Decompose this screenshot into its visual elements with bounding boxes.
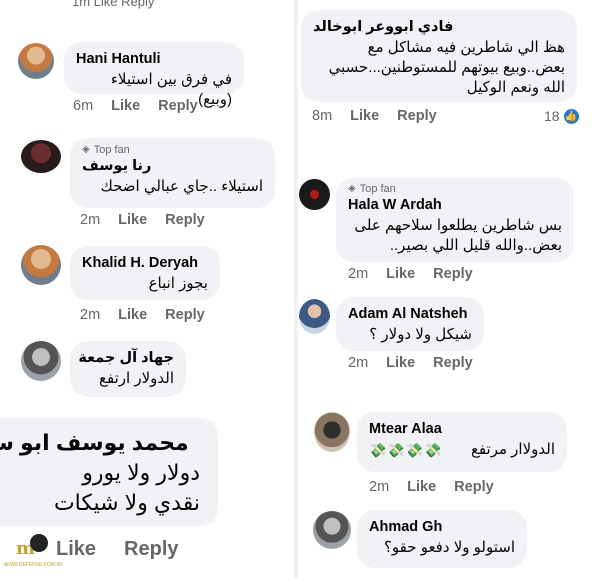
comment-actions-hani: 6m Like Reply xyxy=(73,98,198,114)
comment-time[interactable]: 2m xyxy=(348,355,368,371)
comment-actions-khalid: 2m Like Reply xyxy=(80,307,205,323)
forum-logo-icon: m xyxy=(14,534,52,560)
avatar[interactable] xyxy=(299,179,330,210)
comment-actions-rana: 2m Like Reply xyxy=(80,212,205,228)
comment-bubble-rana: ◈ Top fan رنا يوسف استيلاء ..جاي عبالي ا… xyxy=(70,138,275,208)
commenter-name[interactable]: Ahmad Gh xyxy=(369,518,515,536)
comment-text: شيكل ولا دولار ؟ xyxy=(369,326,472,343)
comment-actions-hala: 2m Like Reply xyxy=(348,266,473,282)
comment-time[interactable]: 2m xyxy=(80,212,100,228)
avatar[interactable] xyxy=(313,511,351,549)
comment-text: هظ الي شاطرين فيه مشاكل مع بعض..وبيع بيو… xyxy=(328,39,565,96)
like-button[interactable]: Like xyxy=(111,98,140,114)
comment-text: الدولار ارتفع xyxy=(99,370,174,387)
like-button[interactable]: Like xyxy=(118,212,147,228)
comment-bubble-hani: Hani Hantuli في فرق بين استيلاء (وبيع) xyxy=(64,42,244,108)
reply-button[interactable]: Reply xyxy=(165,307,205,323)
commenter-name[interactable]: رنا يوسف xyxy=(82,157,263,175)
commenter-name[interactable]: جهاد آل جمعة xyxy=(78,349,174,367)
comment-text-line: نقدي ولا شيكات xyxy=(53,490,200,515)
avatar[interactable] xyxy=(18,43,54,79)
reply-button[interactable]: Reply xyxy=(433,355,473,371)
comment-time[interactable]: 2m xyxy=(369,479,389,495)
comment-text: استولو ولا دفعو حقو؟ xyxy=(383,539,515,556)
comment-bubble-hala: ◈ Top fan Hala W Ardah بس شاطرين يطلعوا … xyxy=(336,178,574,262)
comment-text-line: دولار ولا يورو xyxy=(82,460,200,485)
like-button[interactable]: Like xyxy=(350,108,379,124)
commenter-name[interactable]: Hani Hantuli xyxy=(76,50,232,68)
comment-text: الدولاار مرتفع xyxy=(470,441,555,458)
comment-bubble-mtear: Mtear Alaa 💸💸💸💸 الدولاار مرتفع xyxy=(357,412,567,472)
like-button[interactable]: Like xyxy=(386,266,415,282)
commenter-name[interactable]: فادي ابووعر ابوخالد xyxy=(313,18,565,36)
avatar[interactable] xyxy=(21,341,61,381)
top-cut-actions: 1m Like Reply xyxy=(72,0,155,9)
reply-button[interactable]: Reply xyxy=(433,266,473,282)
comment-bubble-ahmad: Ahmad Gh استولو ولا دفعو حقو؟ xyxy=(357,510,527,568)
comment-bubble-adam: Adam Al Natsheh شيكل ولا دولار ؟ xyxy=(336,297,484,351)
comment-bubble-fadi: فادي ابووعر ابوخالد هظ الي شاطرين فيه مش… xyxy=(301,10,577,102)
comment-text: استيلاء ..جاي عبالي اضحك xyxy=(100,178,263,195)
top-fan-badge: ◈ Top fan xyxy=(348,183,396,195)
top-fan-badge: ◈ Top fan xyxy=(82,144,130,156)
comment-time[interactable]: 2m xyxy=(80,307,100,323)
comment-actions-adam: 2m Like Reply xyxy=(348,355,473,371)
comment-text-row: 💸💸💸💸 الدولاار مرتفع xyxy=(369,440,555,460)
avatar[interactable] xyxy=(299,299,330,334)
reply-button[interactable]: Reply xyxy=(454,479,494,495)
comment-bubble-mohammad: محمد يوسف ابو سنينة دولار ولا يورو نقدي … xyxy=(0,418,218,526)
commenter-name[interactable]: محمد يوسف ابو سنينة xyxy=(0,428,208,458)
comment-time[interactable]: 2m xyxy=(348,266,368,282)
forum-watermark: m ARAB DEFENSE FORUM xyxy=(3,534,63,578)
like-button[interactable]: Like xyxy=(118,307,147,323)
comment-text: بس شاطرين يطلعوا سلاحهم على بعض..والله ق… xyxy=(354,217,562,254)
thumbs-up-icon: 👍 xyxy=(563,108,579,124)
reaction-count[interactable]: 18 👍 xyxy=(544,108,579,124)
diamond-icon: ◈ xyxy=(348,183,356,194)
reply-button[interactable]: Reply xyxy=(158,98,198,114)
reply-button[interactable]: Reply xyxy=(165,212,205,228)
comment-actions-mohammad: Like Reply xyxy=(56,538,179,561)
avatar[interactable] xyxy=(21,245,61,285)
commenter-name[interactable]: Khalid H. Deryah xyxy=(82,254,208,272)
column-divider xyxy=(294,0,298,579)
comment-actions-fadi: 8m Like Reply xyxy=(312,108,437,124)
comment-text: بجوز انباع xyxy=(148,275,208,292)
commenter-name[interactable]: Adam Al Natsheh xyxy=(348,305,472,323)
avatar[interactable] xyxy=(314,412,350,452)
money-with-wings-icon: 💸💸💸💸 xyxy=(369,442,443,458)
reply-button[interactable]: Reply xyxy=(124,538,178,561)
diamond-icon: ◈ xyxy=(82,144,90,155)
reply-button[interactable]: Reply xyxy=(397,108,437,124)
comment-time[interactable]: 6m xyxy=(73,98,93,114)
commenter-name[interactable]: Hala W Ardah xyxy=(348,196,562,214)
comment-time[interactable]: 8m xyxy=(312,108,332,124)
comment-bubble-khalid: Khalid H. Deryah بجوز انباع xyxy=(70,246,220,300)
like-button[interactable]: Like xyxy=(386,355,415,371)
avatar[interactable] xyxy=(21,140,61,173)
like-button[interactable]: Like xyxy=(407,479,436,495)
comment-bubble-jihad: جهاد آل جمعة الدولار ارتفع xyxy=(70,341,186,397)
commenter-name[interactable]: Mtear Alaa xyxy=(369,420,555,438)
comment-actions-mtear: 2m Like Reply xyxy=(369,479,494,495)
